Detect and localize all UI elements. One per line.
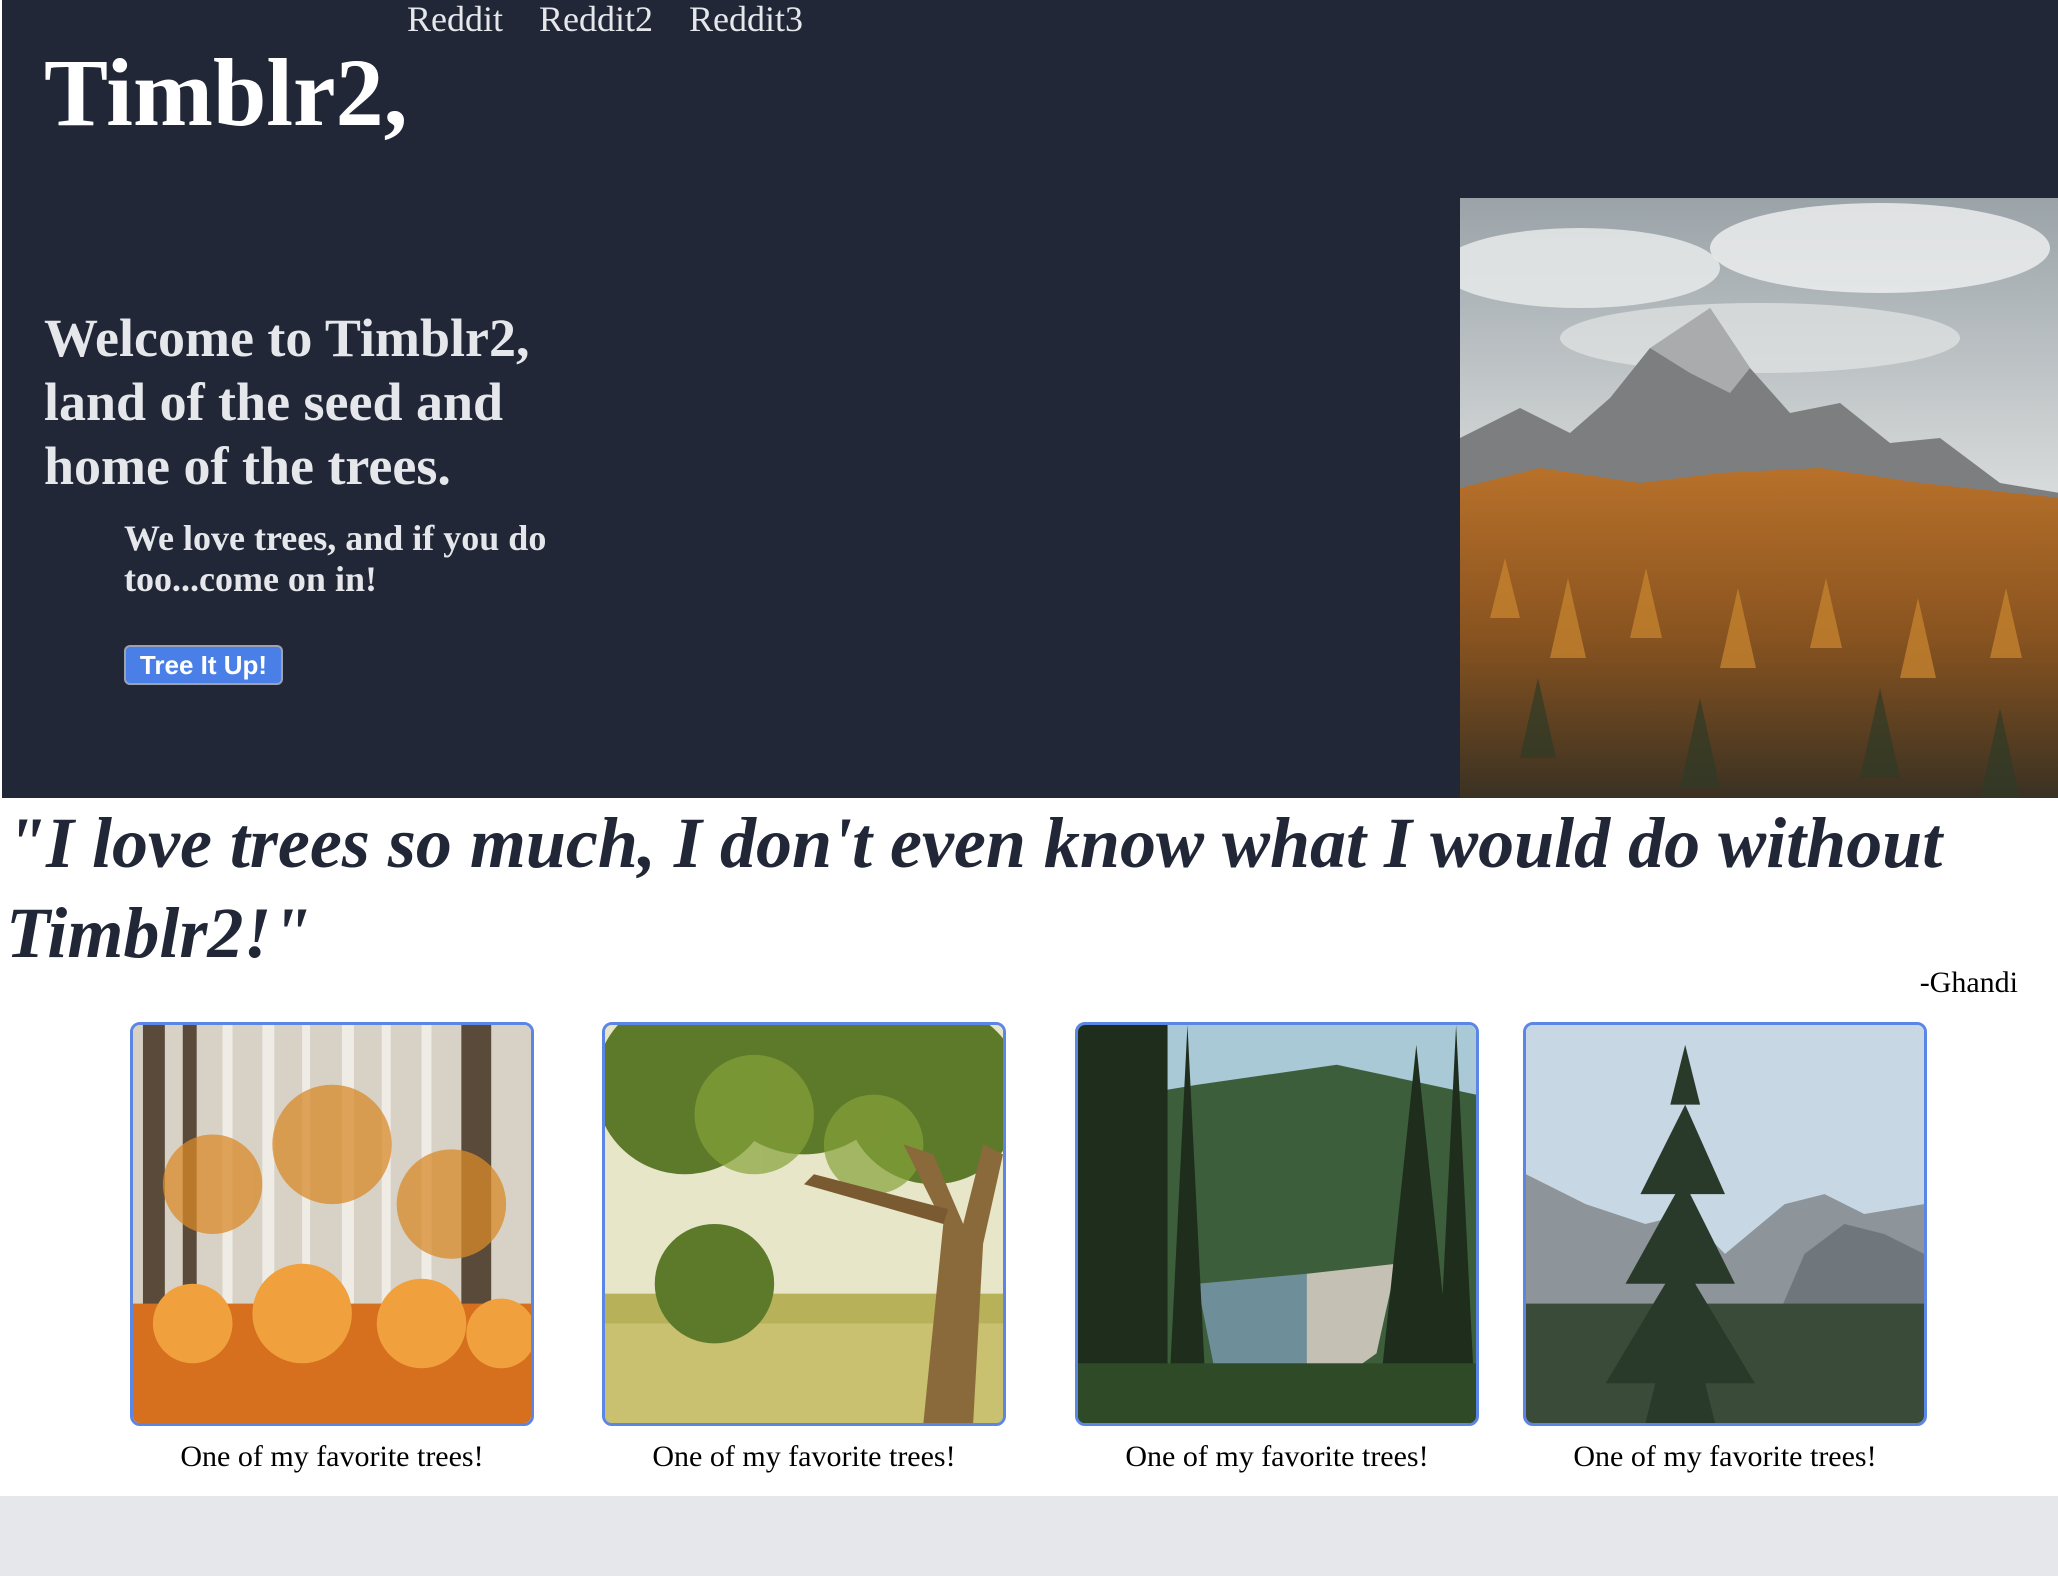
testimonial-section: "I love trees so much, I don't even know… [0, 798, 2058, 1496]
nav-link-reddit3[interactable]: Reddit3 [689, 0, 803, 38]
mountain-autumn-forest-photo [1460, 198, 2058, 798]
testimonial-author: -Ghandi [1919, 966, 2018, 999]
pine-valley-photo [1526, 1025, 1924, 1423]
autumn-birch-forest-photo [133, 1025, 531, 1423]
gallery-card: One of my favorite trees! [602, 1022, 1006, 1474]
hero-tagline: We love trees, and if you do too...come … [124, 518, 547, 599]
tree-it-up-button[interactable]: Tree It Up! [124, 645, 283, 685]
gallery-caption: One of my favorite trees! [652, 1440, 956, 1473]
gallery-image-frame [130, 1022, 534, 1426]
gallery-caption: One of my favorite trees! [180, 1440, 484, 1473]
testimonial-quote: "I love trees so much, I don't even know… [6, 803, 1943, 973]
gallery-card: One of my favorite trees! [1075, 1022, 1479, 1474]
site-brand: Timblr2, [44, 39, 408, 146]
large-oak-tree-photo [605, 1025, 1003, 1423]
footer-strip [0, 1496, 2058, 1576]
gallery-image-frame [1075, 1022, 1479, 1426]
hero-section: Reddit Reddit2 Reddit3 Timblr2, Welcome … [0, 0, 2058, 798]
top-nav: Reddit Reddit2 Reddit3 [407, 0, 803, 38]
gallery-card: One of my favorite trees! [1523, 1022, 1927, 1474]
welcome-heading: Welcome to Timblr2, land of the seed and… [44, 308, 530, 496]
nav-link-reddit[interactable]: Reddit [407, 0, 503, 38]
forest-lake-photo [1078, 1025, 1476, 1423]
nav-link-reddit2[interactable]: Reddit2 [539, 0, 653, 38]
gallery-image-frame [1523, 1022, 1927, 1426]
gallery-caption: One of my favorite trees! [1125, 1440, 1429, 1473]
gallery-card: One of my favorite trees! [130, 1022, 534, 1474]
hero-mountain-image [1460, 198, 2058, 798]
gallery-image-frame [602, 1022, 1006, 1426]
tree-gallery: One of my favorite trees! One of my favo… [0, 1022, 2058, 1522]
gallery-caption: One of my favorite trees! [1573, 1440, 1877, 1473]
